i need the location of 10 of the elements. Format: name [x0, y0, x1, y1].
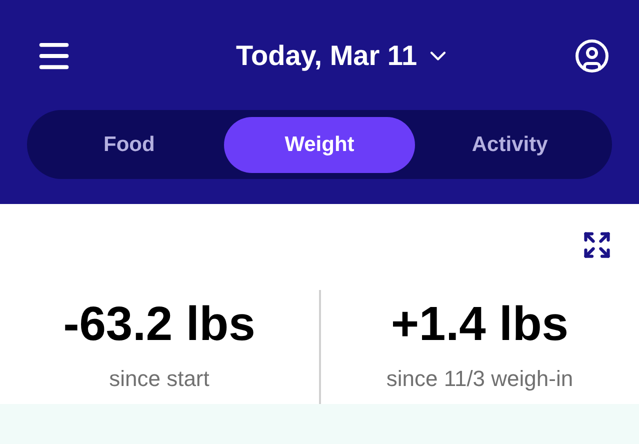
user-icon[interactable] [574, 38, 610, 74]
tab[interactable]: Food [34, 116, 224, 172]
stat-caption: since 11/3 weigh-in [386, 365, 574, 393]
tab[interactable]: Activity [414, 116, 605, 172]
stat-value: -63.2 lbs [63, 297, 256, 353]
stat-caption: since start [109, 365, 210, 393]
stat-value: +1.4 lbs [391, 297, 568, 353]
date-selector[interactable]: Today, Mar 11 [236, 35, 452, 77]
tab[interactable]: Weight [224, 116, 415, 172]
expand-icon[interactable] [582, 230, 612, 260]
